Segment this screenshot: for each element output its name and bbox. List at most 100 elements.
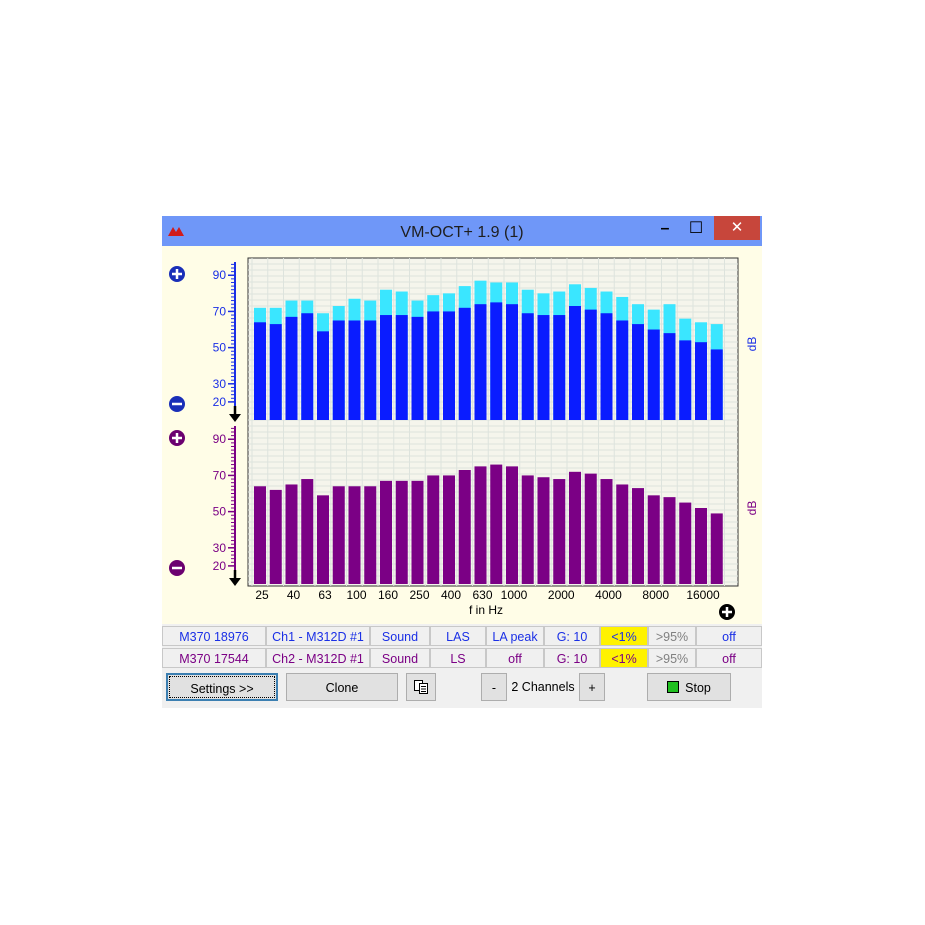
app-window: VM-OCT+ 1.9 (1) – ☐ ✕ 90 70 50 30 20 dB 90 70 50… bbox=[162, 216, 762, 708]
row2-cell-6: <1% bbox=[600, 648, 648, 668]
settings-button[interactable]: Settings >> bbox=[166, 673, 278, 701]
row1-cell-0: M370 18976 bbox=[162, 626, 266, 646]
x-tick-label: 100 bbox=[346, 588, 366, 602]
bar-LAS-315 bbox=[427, 311, 440, 420]
stop-button[interactable]: Stop bbox=[647, 673, 731, 701]
x-tick-label: 1000 bbox=[501, 588, 528, 602]
y-tick-label: 20 bbox=[213, 559, 227, 573]
close-button[interactable]: ✕ bbox=[714, 216, 760, 240]
bar-LS-16000 bbox=[695, 508, 707, 584]
copy-button[interactable] bbox=[406, 673, 436, 701]
bar-LAS-63 bbox=[317, 331, 329, 420]
bar-LAS-16000 bbox=[695, 342, 707, 420]
y-tick-label: 90 bbox=[213, 432, 227, 446]
x-axis-label: f in Hz bbox=[469, 603, 503, 617]
bar-LS-6300 bbox=[632, 488, 644, 584]
bar-LAS-8000 bbox=[647, 329, 660, 420]
x-tick-label: 630 bbox=[472, 588, 492, 602]
zoom-plus-icon[interactable] bbox=[169, 430, 185, 446]
bar-LAS-31.5 bbox=[269, 324, 282, 420]
zoom-minus-icon[interactable] bbox=[169, 396, 185, 412]
bar-LAS-5000 bbox=[616, 320, 629, 420]
bar-LS-500 bbox=[458, 470, 471, 584]
clone-button[interactable]: Clone bbox=[286, 673, 398, 701]
y-tick-label: 50 bbox=[213, 505, 227, 519]
x-zoom-plus-icon[interactable] bbox=[719, 604, 735, 620]
bar-LS-200 bbox=[395, 480, 408, 584]
bar-LS-10000 bbox=[663, 497, 676, 584]
bar-LAS-12500 bbox=[679, 340, 692, 420]
y-tick-label: 30 bbox=[213, 377, 227, 391]
bar-LAS-125 bbox=[364, 320, 377, 420]
row2-cell-3: LS bbox=[430, 648, 486, 668]
bar-LS-2500 bbox=[569, 471, 581, 584]
bar-LS-630 bbox=[474, 466, 487, 584]
bar-LS-2000 bbox=[553, 479, 566, 584]
channel-plus-button[interactable]: + bbox=[579, 673, 605, 701]
bar-LS-8000 bbox=[647, 495, 660, 584]
bar-LS-125 bbox=[364, 486, 377, 584]
bar-LS-80 bbox=[332, 486, 345, 584]
row2-cell-0: M370 17544 bbox=[162, 648, 266, 668]
spectrum-charts: 90 70 50 30 20 dB 90 70 50 30 20 dB 25 40 63 100 160 250 4… bbox=[169, 257, 759, 620]
x-tick-label: 400 bbox=[441, 588, 461, 602]
status-row-ch1: M370 18976 Ch1 - M312D #1 Sound LAS LA peak G… bbox=[162, 626, 762, 646]
bar-LS-5000 bbox=[616, 484, 629, 584]
bar-LS-40 bbox=[285, 484, 298, 584]
bar-LAS-50 bbox=[301, 313, 314, 420]
bar-LS-20000 bbox=[710, 513, 723, 584]
y-tick-label: 70 bbox=[213, 468, 227, 482]
channel-minus-button[interactable]: - bbox=[481, 673, 507, 701]
row1-cell-6: <1% bbox=[600, 626, 648, 646]
stop-indicator-icon bbox=[667, 681, 680, 693]
bar-LAS-6300 bbox=[632, 324, 644, 420]
bar-LAS-1000 bbox=[506, 304, 518, 420]
bar-LS-100 bbox=[348, 486, 361, 584]
bar-LS-25 bbox=[254, 486, 266, 584]
bar-LAS-1250 bbox=[521, 313, 534, 420]
x-tick-label: 160 bbox=[378, 588, 398, 602]
bar-LS-1000 bbox=[506, 466, 518, 584]
bar-LAS-630 bbox=[474, 304, 487, 420]
bar-LAS-40 bbox=[285, 316, 298, 420]
y-tick-label: 30 bbox=[213, 541, 227, 555]
x-tick-label: 63 bbox=[318, 588, 332, 602]
bar-LS-3150 bbox=[584, 473, 597, 584]
maximize-button[interactable]: ☐ bbox=[680, 216, 712, 242]
bar-LS-31.5 bbox=[269, 489, 282, 584]
bar-LAS-200 bbox=[395, 315, 408, 420]
row2-cell-4: off bbox=[486, 648, 544, 668]
bar-LS-63 bbox=[317, 495, 329, 584]
row1-cell-1: Ch1 - M312D #1 bbox=[266, 626, 370, 646]
row1-cell-5: G: 10 bbox=[544, 626, 600, 646]
bar-LS-315 bbox=[427, 475, 440, 584]
scroll-down-arrow-icon[interactable] bbox=[229, 570, 241, 586]
y-axis-label: dB bbox=[745, 501, 759, 516]
y-tick-label: 50 bbox=[213, 341, 227, 355]
x-tick-label: 4000 bbox=[595, 588, 622, 602]
bar-LAS-25 bbox=[254, 322, 266, 420]
row2-cell-5: G: 10 bbox=[544, 648, 600, 668]
channels-count: 2 Channels bbox=[507, 673, 579, 701]
row2-cell-2: Sound bbox=[370, 648, 430, 668]
y-tick-label: 90 bbox=[213, 268, 227, 282]
bar-LS-50 bbox=[301, 479, 314, 584]
x-tick-label: 16000 bbox=[686, 588, 720, 602]
scroll-down-arrow-icon[interactable] bbox=[229, 406, 241, 422]
y-axis-label: dB bbox=[745, 337, 759, 352]
bar-LS-12500 bbox=[679, 502, 692, 584]
bar-LAS-800 bbox=[490, 302, 503, 420]
row1-cell-7: >95% bbox=[648, 626, 696, 646]
row2-cell-1: Ch2 - M312D #1 bbox=[266, 648, 370, 668]
status-row-ch2: M370 17544 Ch2 - M312D #1 Sound LS off G: 10 <… bbox=[162, 648, 762, 668]
bar-LS-1600 bbox=[537, 477, 550, 584]
bar-LS-4000 bbox=[600, 479, 613, 584]
zoom-minus-icon[interactable] bbox=[169, 560, 185, 576]
minimize-button[interactable]: – bbox=[650, 216, 680, 242]
bar-LAS-10000 bbox=[663, 333, 676, 420]
bar-LAS-3150 bbox=[584, 309, 597, 420]
row2-cell-7: >95% bbox=[648, 648, 696, 668]
zoom-plus-icon[interactable] bbox=[169, 266, 185, 282]
title-bar[interactable]: VM-OCT+ 1.9 (1) – ☐ ✕ bbox=[162, 216, 762, 246]
x-tick-label: 250 bbox=[409, 588, 429, 602]
